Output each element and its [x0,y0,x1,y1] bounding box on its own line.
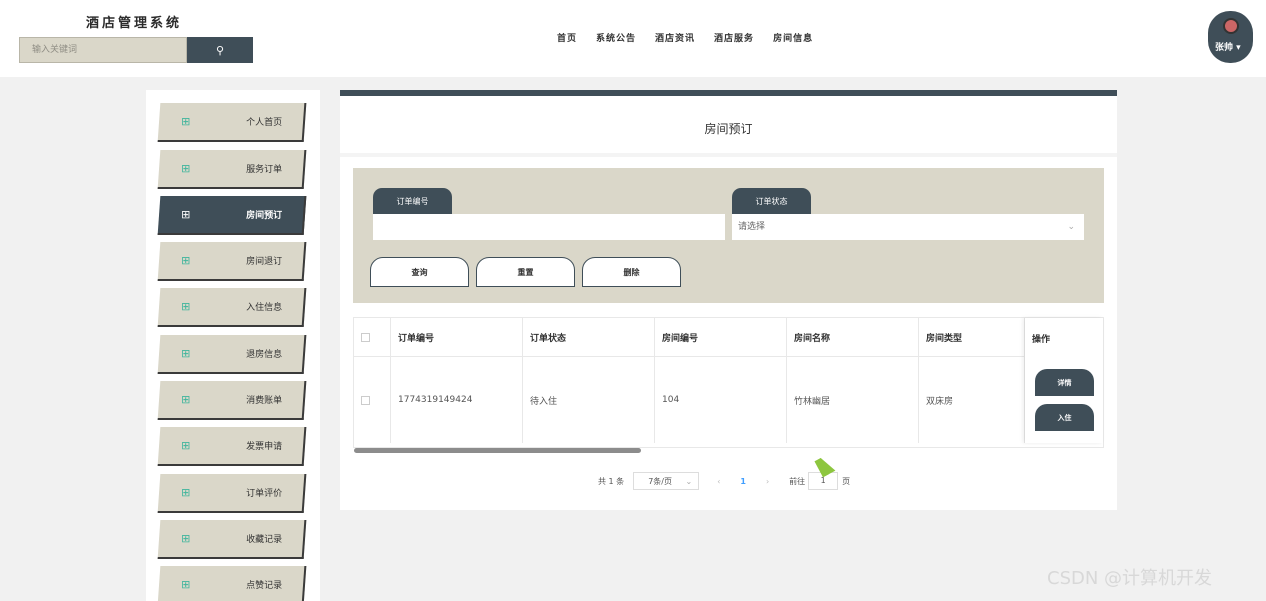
order-no-label: 订单编号 [373,188,452,214]
sidebar-item-reviews[interactable]: ⊞ 订单评价 [157,474,307,513]
order-no-cell: 1774319149424 [391,357,523,443]
sidebar-item-label: 入住信息 [246,303,283,313]
user-name: 张帅 ▾ [1215,43,1241,53]
page-title: 房间预订 [704,122,753,136]
column-header: 操作 [1032,335,1051,345]
nav-item-notice[interactable]: 系统公告 [596,31,636,44]
sidebar-item-label: 收藏记录 [246,535,283,545]
chevron-down-icon: ⌄ [1067,222,1075,232]
sidebar-item-label: 点赞记录 [246,581,283,591]
page-number[interactable]: 1 [740,477,746,486]
grid-icon: ⊞ [181,300,191,313]
main-panel: 房间预订 订单编号 订单状态 请选择 ⌄ 查询 重置 删除 订单编号 订单状态 … [340,90,1117,510]
column-header: 房间名称 [787,318,919,356]
column-header: 订单编号 [391,318,523,356]
delete-button[interactable]: 删除 [582,257,681,287]
sidebar-item-label: 个人首页 [246,118,283,128]
site-title: 酒店管理系统 [86,16,183,31]
sidebar-item-label: 消费账单 [246,396,283,406]
sidebar: ⊞ 个人首页 ⊞ 服务订单 ⊞ 房间预订 ⊞ 房间退订 ⊞ 入住信息 ⊞ 退房信息 ⊞ 消费账… [146,90,320,601]
column-header: 订单状态 [523,318,655,356]
header: 酒店管理系统 输入关键词 ⚲ 首页 系统公告 酒店资讯 酒店服务 房间信息 张帅… [0,0,1266,77]
sidebar-item-label: 房间预订 [246,211,283,221]
nav-item-service[interactable]: 酒店服务 [714,31,754,44]
horizontal-scrollbar[interactable] [354,448,641,453]
chevron-down-icon: ⌄ [685,476,693,486]
grid-icon: ⊞ [181,439,191,452]
sidebar-item-room-cancel[interactable]: ⊞ 房间退订 [157,242,307,281]
grid-icon: ⊞ [181,208,191,221]
sidebar-item-checkin-info[interactable]: ⊞ 入住信息 [157,288,307,327]
query-button[interactable]: 查询 [370,257,469,287]
sidebar-item-checkout-info[interactable]: ⊞ 退房信息 [157,335,307,374]
caret-down-icon: ▾ [1236,43,1241,53]
sidebar-item-label: 发票申请 [246,442,283,452]
watermark: CSDN @计算机开发 [1047,568,1213,589]
room-type-cell: 双床房 [919,357,1025,443]
divider [340,153,1117,157]
sidebar-item-invoice[interactable]: ⊞ 发票申请 [157,427,307,466]
actions-column: 操作 详情 入住 [1025,318,1103,443]
orders-table: 订单编号 订单状态 房间编号 房间名称 房间类型 1774319149424 待… [353,317,1104,453]
order-no-input[interactable] [373,214,725,240]
room-name-cell: 竹林幽居 [787,357,919,443]
status-label: 订单状态 [732,188,811,214]
sidebar-item-profile[interactable]: ⊞ 个人首页 [157,103,307,142]
search-input[interactable]: 输入关键词 [19,37,187,63]
pagination: 共 1 条 7条/页 ⌄ ‹ 1 › 前往 1 页 [598,472,850,490]
grid-icon: ⊞ [181,393,191,406]
row-checkbox[interactable] [361,395,370,405]
pagination-total: 共 1 条 [598,476,625,486]
sidebar-item-service-orders[interactable]: ⊞ 服务订单 [157,150,307,189]
sidebar-item-label: 服务订单 [246,165,283,175]
column-header: 房间编号 [655,318,787,356]
column-header: 房间类型 [919,318,1025,356]
sidebar-item-room-booking[interactable]: ⊞ 房间预订 [157,196,307,235]
page-size-value: 7条/页 [648,476,672,486]
avatar-image [1223,18,1239,34]
grid-icon: ⊞ [181,115,191,128]
sidebar-item-bills[interactable]: ⊞ 消费账单 [157,381,307,420]
page-suffix: 页 [842,476,851,486]
table-row: 1774319149424 待入住 104 竹林幽居 双床房 [354,357,1103,443]
room-no-cell: 104 [655,357,787,443]
status-cell: 待入住 [523,357,655,443]
status-select[interactable]: 请选择 ⌄ [732,214,1084,240]
sidebar-item-favorites[interactable]: ⊞ 收藏记录 [157,520,307,559]
prev-page-icon[interactable]: ‹ [717,477,720,486]
select-all-checkbox[interactable] [361,332,370,342]
table-header: 订单编号 订单状态 房间编号 房间名称 房间类型 [354,318,1103,357]
sidebar-item-likes[interactable]: ⊞ 点赞记录 [157,566,307,601]
nav-item-news[interactable]: 酒店资讯 [655,31,695,44]
sidebar-item-label: 房间退订 [246,257,283,267]
row-select-cell [354,357,391,443]
next-page-icon[interactable]: › [766,477,769,486]
filter-panel: 订单编号 订单状态 请选择 ⌄ 查询 重置 删除 [353,168,1104,303]
top-nav: 首页 系统公告 酒店资讯 酒店服务 房间信息 [557,31,832,44]
grid-icon: ⊞ [181,486,191,499]
page-size-select[interactable]: 7条/页 ⌄ [633,472,700,490]
goto-label: 前往 [789,476,806,486]
nav-item-home[interactable]: 首页 [557,31,577,44]
grid-icon: ⊞ [181,254,191,267]
user-avatar[interactable]: 张帅 ▾ [1208,11,1253,63]
nav-item-rooms[interactable]: 房间信息 [773,31,813,44]
checkin-button[interactable]: 入住 [1035,404,1094,431]
grid-icon: ⊞ [181,347,191,360]
grid-icon: ⊞ [181,532,191,545]
sidebar-item-label: 订单评价 [246,489,283,499]
search-icon: ⚲ [215,43,225,57]
grid-icon: ⊞ [181,162,191,175]
reset-button[interactable]: 重置 [476,257,575,287]
sidebar-item-label: 退房信息 [246,350,283,360]
grid-icon: ⊞ [181,578,191,591]
status-select-value: 请选择 [738,222,766,232]
search-button[interactable]: ⚲ [187,37,253,63]
header-select-cell [354,318,391,356]
detail-button[interactable]: 详情 [1035,369,1094,396]
